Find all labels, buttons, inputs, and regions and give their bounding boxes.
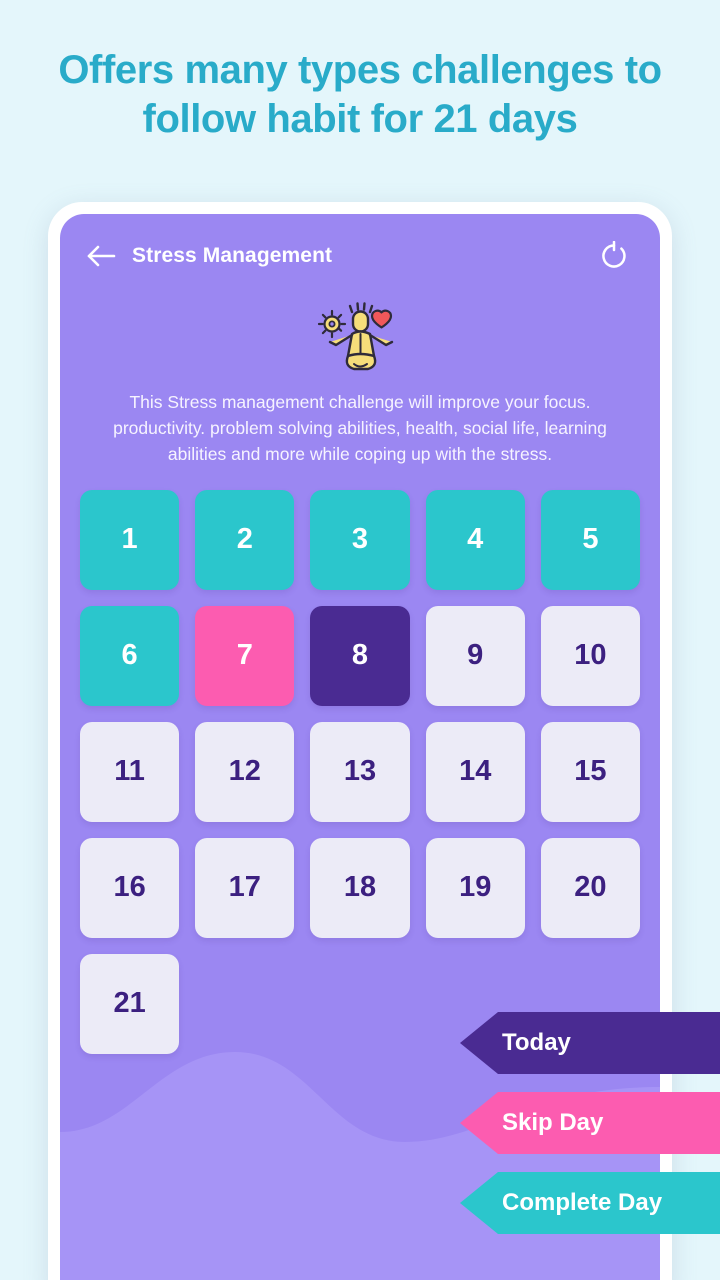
heart-icon bbox=[370, 309, 393, 329]
legend-today[interactable]: Today bbox=[460, 1012, 720, 1074]
legend-complete-day[interactable]: Complete Day bbox=[460, 1172, 720, 1234]
meditation-person-icon bbox=[317, 302, 394, 371]
day-tile[interactable]: 12 bbox=[195, 721, 295, 822]
day-tile-label: 17 bbox=[228, 871, 261, 904]
day-tile[interactable]: 19 bbox=[425, 837, 525, 938]
page-title: Stress Management bbox=[132, 244, 333, 267]
promo-heading-line-2: follow habit for 21 days bbox=[142, 96, 578, 141]
day-tile[interactable]: 9 bbox=[425, 605, 525, 706]
legend-skip-day[interactable]: Skip Day bbox=[460, 1092, 720, 1154]
day-tile[interactable]: 5 bbox=[540, 489, 640, 590]
day-tile[interactable]: 14 bbox=[425, 721, 525, 822]
day-tile-label: 3 bbox=[351, 523, 369, 556]
day-tile-label: 21 bbox=[113, 987, 146, 1020]
day-tile[interactable]: 4 bbox=[425, 489, 525, 590]
day-tile-label: 13 bbox=[343, 755, 377, 788]
refresh-button[interactable] bbox=[594, 236, 634, 276]
day-tile[interactable]: 21 bbox=[80, 953, 180, 1054]
day-tile[interactable]: 18 bbox=[310, 837, 410, 938]
day-tile-label: 7 bbox=[236, 639, 253, 672]
legend-skip-ribbon[interactable]: Skip Day bbox=[460, 1092, 720, 1154]
refresh-icon bbox=[602, 241, 626, 268]
day-tile-label: 18 bbox=[343, 871, 377, 904]
day-tile-label: 20 bbox=[574, 871, 607, 904]
day-tile[interactable]: 3 bbox=[310, 489, 410, 590]
legend-skip-label: Skip Day bbox=[502, 1109, 604, 1136]
day-tile[interactable]: 7 bbox=[195, 605, 295, 706]
day-tile-label: 9 bbox=[467, 639, 484, 672]
arrow-left-icon bbox=[87, 245, 116, 267]
day-tile[interactable]: 6 bbox=[80, 605, 180, 706]
day-tile-label: 2 bbox=[236, 523, 253, 556]
promo-heading: Offers many types challenges to follow h… bbox=[0, 46, 720, 144]
day-tile[interactable]: 2 bbox=[195, 489, 295, 590]
day-tile[interactable]: 20 bbox=[540, 837, 640, 938]
promo-heading-line-1: Offers many types challenges to bbox=[58, 48, 662, 92]
day-tile-label: 12 bbox=[228, 755, 261, 788]
legend-today-ribbon[interactable]: Today bbox=[460, 1012, 720, 1074]
day-tile-label: 14 bbox=[459, 755, 492, 788]
day-tile-label: 4 bbox=[467, 523, 484, 556]
day-tile[interactable]: 17 bbox=[195, 837, 295, 938]
day-tile[interactable]: 15 bbox=[540, 721, 640, 822]
hero-illustration bbox=[60, 302, 660, 376]
legend-complete-ribbon[interactable]: Complete Day bbox=[460, 1172, 720, 1234]
day-tile[interactable]: 11 bbox=[80, 721, 180, 822]
day-tile-label: 11 bbox=[114, 755, 145, 788]
day-tile-label: 10 bbox=[574, 639, 607, 672]
day-tile[interactable]: 10 bbox=[540, 605, 640, 706]
app-bar: Stress Management bbox=[60, 214, 660, 298]
day-tile[interactable]: 8 bbox=[310, 605, 410, 706]
gear-icon bbox=[317, 309, 347, 339]
day-tile-label: 5 bbox=[582, 523, 599, 556]
challenge-description: This Stress management challenge will im… bbox=[113, 392, 607, 464]
day-tile-label: 1 bbox=[121, 523, 138, 556]
day-tile-label: 19 bbox=[459, 871, 492, 904]
legend-today-label: Today bbox=[502, 1029, 571, 1056]
legend-complete-label: Complete Day bbox=[502, 1189, 663, 1216]
day-tile[interactable]: 16 bbox=[80, 837, 180, 938]
day-tile-label: 16 bbox=[113, 871, 146, 904]
day-tile-label: 6 bbox=[121, 639, 138, 672]
day-tile[interactable]: 13 bbox=[310, 721, 410, 822]
promo-screenshot: Offers many types challenges to follow h… bbox=[0, 0, 720, 1280]
day-grid: 1 2 3 4 5 6 7 8 9 10 11 12 13 14 15 16 17 18 19 20 21 bbox=[80, 489, 640, 1054]
back-button[interactable] bbox=[80, 234, 124, 278]
day-tile[interactable]: 1 bbox=[80, 489, 180, 590]
day-tile-label: 8 bbox=[351, 639, 369, 672]
day-tile-label: 15 bbox=[574, 755, 607, 788]
